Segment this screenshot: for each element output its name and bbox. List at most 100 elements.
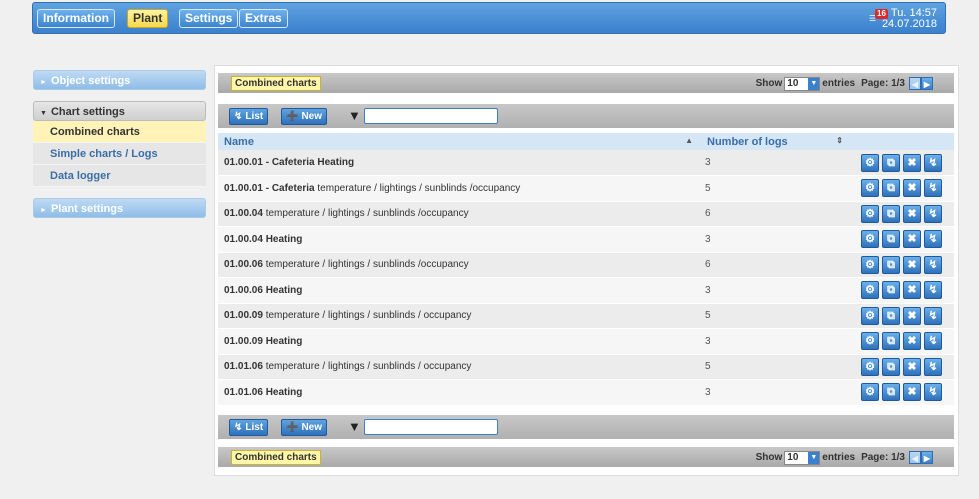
table-row[interactable]: 01.00.04 Heating 3 ⚙ ⧉ ✖ ↯ (218, 226, 954, 253)
row-logs-cell: 5 (701, 354, 851, 380)
delete-trash-icon[interactable]: ✖ (903, 179, 921, 198)
column-number-of-logs[interactable]: Number of logs ⇕ (701, 133, 851, 150)
sidebar-chart-settings[interactable]: ▼ Chart settings (33, 101, 206, 121)
copy-icon[interactable]: ⧉ (882, 383, 900, 402)
column-logs-label: Number of logs (707, 135, 788, 148)
open-chart-icon[interactable]: ↯ (924, 255, 942, 274)
entries-select-value: 10 (787, 451, 799, 463)
delete-trash-icon[interactable]: ✖ (903, 357, 921, 376)
row-actions-cell: ⚙ ⧉ ✖ ↯ (851, 252, 954, 278)
settings-gear-icon[interactable]: ⚙ (861, 383, 879, 402)
settings-gear-icon[interactable]: ⚙ (861, 230, 879, 249)
open-chart-icon[interactable]: ↯ (924, 153, 942, 172)
list-button-label: List (245, 111, 264, 122)
copy-icon[interactable]: ⧉ (882, 306, 900, 325)
open-chart-icon[interactable]: ↯ (924, 179, 942, 198)
copy-icon[interactable]: ⧉ (882, 153, 900, 172)
filter-input[interactable] (364, 419, 498, 435)
row-actions-cell: ⚙ ⧉ ✖ ↯ (851, 277, 954, 304)
column-name[interactable]: Name ▲ (218, 133, 701, 150)
chevron-down-icon: ▼ (808, 77, 820, 90)
entries-select[interactable]: 10 ▼ (784, 450, 821, 465)
row-name-bold: 01.01.06 Heating (224, 386, 303, 398)
delete-trash-icon[interactable]: ✖ (903, 383, 921, 402)
settings-gear-icon[interactable]: ⚙ (861, 204, 879, 223)
table-row[interactable]: 01.00.01 - Cafeteria Heating 3 ⚙ ⧉ ✖ ↯ (218, 150, 954, 176)
row-actions-cell: ⚙ ⧉ ✖ ↯ (851, 354, 954, 380)
row-actions-cell: ⚙ ⧉ ✖ ↯ (851, 303, 954, 329)
sidebar-chart-settings-group: ▼ Chart settings Combined charts Simple c… (33, 101, 206, 187)
nav-plant[interactable]: Plant (127, 9, 169, 28)
sidebar-plant-settings[interactable]: ► Plant settings (33, 198, 206, 218)
open-chart-icon[interactable]: ↯ (924, 357, 942, 376)
row-actions-cell: ⚙ ⧉ ✖ ↯ (851, 175, 954, 202)
table-row[interactable]: 01.00.04 temperature / lightings / sunbl… (218, 201, 954, 227)
sidebar-item-simple-charts[interactable]: Simple charts / Logs (33, 143, 206, 165)
new-button[interactable]: ➕ New (281, 108, 328, 125)
nav-settings[interactable]: Settings (179, 9, 239, 28)
next-page-icon[interactable]: ▶ (921, 77, 933, 90)
row-name-rest: temperature / lightings / sunblinds /occ… (262, 208, 469, 220)
filter-icon[interactable]: ▼ (348, 108, 361, 123)
copy-icon[interactable]: ⧉ (882, 332, 900, 351)
table-row[interactable]: 01.01.06 temperature / lightings / sunbl… (218, 354, 954, 380)
row-logs-cell: 3 (701, 328, 851, 355)
copy-icon[interactable]: ⧉ (882, 281, 900, 300)
row-name-bold: 01.00.04 Heating (224, 233, 303, 245)
open-chart-icon[interactable]: ↯ (924, 204, 942, 223)
new-button[interactable]: ➕ New (281, 419, 328, 436)
copy-icon[interactable]: ⧉ (882, 230, 900, 249)
copy-icon[interactable]: ⧉ (882, 204, 900, 223)
row-logs-cell: 6 (701, 201, 851, 227)
table-row[interactable]: 01.01.06 Heating 3 ⚙ ⧉ ✖ ↯ (218, 379, 954, 406)
delete-trash-icon[interactable]: ✖ (903, 306, 921, 325)
previous-page-icon[interactable]: ◀ (909, 77, 921, 90)
previous-page-icon[interactable]: ◀ (909, 451, 921, 464)
table-row[interactable]: 01.00.09 temperature / lightings / sunbl… (218, 303, 954, 329)
open-chart-icon[interactable]: ↯ (924, 230, 942, 249)
nav-information[interactable]: Information (37, 9, 115, 28)
list-button[interactable]: ↯ List (229, 419, 269, 436)
open-chart-icon[interactable]: ↯ (924, 281, 942, 300)
open-chart-icon[interactable]: ↯ (924, 383, 942, 402)
copy-icon[interactable]: ⧉ (882, 255, 900, 274)
table-row[interactable]: 01.00.06 temperature / lightings / sunbl… (218, 252, 954, 278)
next-page-icon[interactable]: ▶ (921, 451, 933, 464)
sidebar-item-data-logger[interactable]: Data logger (33, 165, 206, 187)
filter-icon[interactable]: ▼ (348, 419, 361, 434)
settings-gear-icon[interactable]: ⚙ (861, 281, 879, 300)
settings-gear-icon[interactable]: ⚙ (861, 306, 879, 325)
nav-extras[interactable]: Extras (239, 9, 288, 28)
row-name-bold: 01.00.01 - Cafeteria Heating (224, 157, 355, 168)
delete-trash-icon[interactable]: ✖ (903, 153, 921, 172)
entries-control: Show 10 ▼ entries Page: 1/3 ◀ ▶ (756, 450, 933, 465)
delete-trash-icon[interactable]: ✖ (903, 281, 921, 300)
plus-icon: ➕ (286, 422, 299, 433)
show-label: Show (755, 452, 783, 463)
list-button[interactable]: ↯ List (229, 108, 269, 125)
row-name-cell: 01.00.09 temperature / lightings / sunbl… (218, 303, 701, 329)
delete-trash-icon[interactable]: ✖ (903, 255, 921, 274)
copy-icon[interactable]: ⧉ (882, 357, 900, 376)
settings-gear-icon[interactable]: ⚙ (861, 179, 879, 198)
filter-input[interactable] (364, 108, 498, 124)
delete-trash-icon[interactable]: ✖ (903, 332, 921, 351)
open-chart-icon[interactable]: ↯ (924, 306, 942, 325)
copy-icon[interactable]: ⧉ (882, 179, 900, 198)
settings-gear-icon[interactable]: ⚙ (861, 255, 879, 274)
table-row[interactable]: 01.00.09 Heating 3 ⚙ ⧉ ✖ ↯ (218, 328, 954, 355)
open-chart-icon[interactable]: ↯ (924, 332, 942, 351)
table-row[interactable]: 01.00.01 - Cafeteria temperature / light… (218, 175, 954, 202)
delete-trash-icon[interactable]: ✖ (903, 230, 921, 249)
settings-gear-icon[interactable]: ⚙ (861, 153, 879, 172)
settings-gear-icon[interactable]: ⚙ (861, 357, 879, 376)
list-icon: ↯ (234, 111, 243, 122)
table-row[interactable]: 01.00.06 Heating 3 ⚙ ⧉ ✖ ↯ (218, 277, 954, 304)
sidebar: ► Object settings ▼ Chart settings Combine… (33, 70, 206, 218)
sidebar-object-settings[interactable]: ► Object settings (33, 70, 206, 90)
table-header-row: Name ▲ Number of logs ⇕ (218, 133, 954, 150)
entries-select[interactable]: 10 ▼ (784, 76, 821, 91)
sidebar-item-combined-charts[interactable]: Combined charts (33, 121, 206, 143)
delete-trash-icon[interactable]: ✖ (903, 204, 921, 223)
settings-gear-icon[interactable]: ⚙ (861, 332, 879, 351)
